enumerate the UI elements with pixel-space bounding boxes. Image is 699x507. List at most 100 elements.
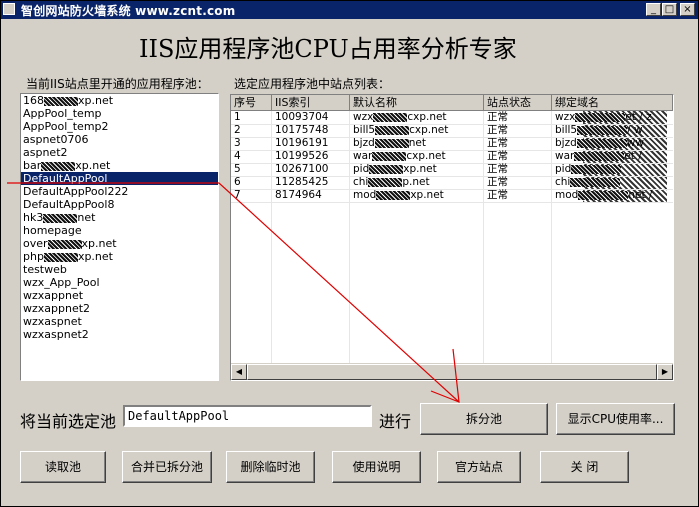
- site-row-domain[interactable]: bjzd ww: [552, 137, 673, 150]
- app-pool-list-item[interactable]: homepage: [21, 224, 218, 237]
- app-pool-list-item[interactable]: aspnet0706: [21, 133, 218, 146]
- close-button[interactable]: 关 闭: [540, 451, 629, 483]
- site-row-name[interactable]: bill5 cxp.net: [350, 124, 484, 137]
- merge-split-pool-button[interactable]: 合并已拆分池: [122, 451, 212, 483]
- app-pool-list-item[interactable]: aspnet2: [21, 146, 218, 159]
- site-row-no[interactable]: 4: [231, 150, 272, 163]
- app-pool-list-item[interactable]: php xp.net: [21, 250, 218, 263]
- site-row-iis-index[interactable]: 10175748: [272, 124, 350, 137]
- app-pool-listbox[interactable]: 168 xp.net AppPool_temp AppPool_temp2 aspnet…: [20, 93, 219, 381]
- app-pool-list-item[interactable]: wzxaspnet: [21, 315, 218, 328]
- site-row-iis-index[interactable]: 8174964: [272, 189, 350, 202]
- column-header-name[interactable]: 默认名称: [350, 95, 484, 111]
- horizontal-scrollbar[interactable]: ◀ ▶: [231, 363, 673, 380]
- site-row-name[interactable]: wzx cxp.net: [350, 111, 484, 124]
- app-pool-list-item[interactable]: wzxappnet2: [21, 302, 218, 315]
- site-row-status[interactable]: 正常: [484, 111, 552, 124]
- site-list-grid[interactable]: 序号 IIS索引 默认名称 站点状态 绑定域名 ◀ ▶ 1 10093704 wzx…: [230, 94, 674, 381]
- action-prefix-label: 将当前选定池: [20, 412, 117, 431]
- site-domain-start: bill5: [555, 124, 578, 136]
- app-pool-name-end: net: [77, 211, 96, 224]
- site-row-no[interactable]: 5: [231, 163, 272, 176]
- app-pool-list-item[interactable]: 168 xp.net: [21, 94, 218, 107]
- app-pool-list-item[interactable]: AppPool_temp2: [21, 120, 218, 133]
- redaction-blur: [577, 125, 628, 135]
- site-row-status[interactable]: 正常: [484, 176, 552, 189]
- site-row-name[interactable]: war cxp.net: [350, 150, 484, 163]
- split-pool-button[interactable]: 拆分池: [420, 403, 548, 435]
- app-pool-list-item[interactable]: DefaultAppPool222: [21, 185, 218, 198]
- redaction-blur: [575, 112, 626, 122]
- site-name-start: pid: [353, 163, 370, 175]
- app-pool-name-start: DefaultAppPool8: [23, 198, 115, 211]
- site-row-name[interactable]: chi p.net: [350, 176, 484, 189]
- scroll-thumb[interactable]: [247, 364, 657, 380]
- close-window-button[interactable]: ×: [680, 3, 695, 16]
- site-name-end: xp.net: [403, 163, 437, 175]
- app-pool-list-item[interactable]: wzxappnet: [21, 289, 218, 302]
- site-row-name[interactable]: mod xp.net: [350, 189, 484, 202]
- app-pool-list-item[interactable]: DefaultAppPool: [21, 172, 218, 185]
- site-domain-end: ww: [626, 137, 644, 149]
- column-header-domain[interactable]: 绑定域名: [552, 95, 673, 111]
- app-pool-list-item[interactable]: wzxaspnet2: [21, 328, 218, 341]
- site-row-no[interactable]: 7: [231, 189, 272, 202]
- app-pool-name-start: wzxappnet: [23, 289, 84, 302]
- site-row-status[interactable]: 正常: [484, 189, 552, 202]
- official-site-button[interactable]: 官方站点: [437, 451, 521, 483]
- site-row-iis-index[interactable]: 10267100: [272, 163, 350, 176]
- site-row-name[interactable]: bjzd net: [350, 137, 484, 150]
- redaction-blur: [576, 138, 627, 148]
- site-row-status[interactable]: 正常: [484, 137, 552, 150]
- site-row-domain[interactable]: wzx et / z: [552, 111, 673, 124]
- maximize-button[interactable]: □: [662, 3, 677, 16]
- app-pool-list-item[interactable]: wzx_App_Pool: [21, 276, 218, 289]
- selected-pool-input[interactable]: DefaultAppPool: [123, 405, 372, 427]
- site-row-name[interactable]: pid xp.net: [350, 163, 484, 176]
- site-row-iis-index[interactable]: 10199526: [272, 150, 350, 163]
- app-pool-list-item[interactable]: AppPool_temp: [21, 107, 218, 120]
- app-pool-name-start: DefaultAppPool222: [23, 185, 129, 198]
- redaction-blur: [47, 239, 82, 249]
- redaction-blur: [578, 190, 629, 200]
- site-row-status[interactable]: 正常: [484, 124, 552, 137]
- app-pool-list-item[interactable]: DefaultAppPool8: [21, 198, 218, 211]
- site-name-start: bjzd: [353, 137, 375, 149]
- site-row-domain[interactable]: pid: [552, 163, 673, 176]
- site-row-status[interactable]: 正常: [484, 163, 552, 176]
- app-pool-list-item[interactable]: hk3 net: [21, 211, 218, 224]
- site-row-domain[interactable]: mod net /: [552, 189, 673, 202]
- site-row-domain[interactable]: bill5 / w: [552, 124, 673, 137]
- app-pool-list-item[interactable]: testweb: [21, 263, 218, 276]
- site-row-domain[interactable]: war et /: [552, 150, 673, 163]
- site-row-no[interactable]: 1: [231, 111, 272, 124]
- app-pool-list-item[interactable]: bar xp.net: [21, 159, 218, 172]
- scroll-left-button[interactable]: ◀: [231, 364, 247, 380]
- read-pool-button[interactable]: 读取池: [20, 451, 106, 483]
- site-row-no[interactable]: 3: [231, 137, 272, 150]
- app-pool-name-start: AppPool_temp2: [23, 120, 109, 133]
- site-name-start: wzx: [353, 111, 374, 123]
- site-row-domain[interactable]: chi: [552, 176, 673, 189]
- site-row-iis-index[interactable]: 10093704: [272, 111, 350, 124]
- site-row-status[interactable]: 正常: [484, 150, 552, 163]
- delete-temp-pool-button[interactable]: 删除临时池: [226, 451, 315, 483]
- instructions-button[interactable]: 使用说明: [332, 451, 421, 483]
- site-row-iis-index[interactable]: 11285425: [272, 176, 350, 189]
- app-pool-list-item[interactable]: over xp.net: [21, 237, 218, 250]
- site-name-start: war: [353, 150, 373, 162]
- site-row-iis-index[interactable]: 10196191: [272, 137, 350, 150]
- site-row-no[interactable]: 2: [231, 124, 272, 137]
- app-pool-name-start: AppPool_temp: [23, 107, 102, 120]
- site-name-end: xp.net: [410, 189, 444, 201]
- column-header-no[interactable]: 序号: [231, 95, 272, 111]
- app-pool-name-start: wzxappnet2: [23, 302, 91, 315]
- column-header-iis-index[interactable]: IIS索引: [272, 95, 350, 111]
- scroll-right-button[interactable]: ▶: [657, 364, 673, 380]
- site-row-no[interactable]: 6: [231, 176, 272, 189]
- column-header-status[interactable]: 站点状态: [484, 95, 552, 111]
- show-cpu-usage-button[interactable]: 显示CPU使用率...: [556, 403, 675, 435]
- title-bar[interactable]: 智创网站防火墙系统 www.zcnt.com _ □ ×: [1, 1, 698, 19]
- minimize-button[interactable]: _: [646, 3, 661, 16]
- redaction-blur: [43, 252, 78, 262]
